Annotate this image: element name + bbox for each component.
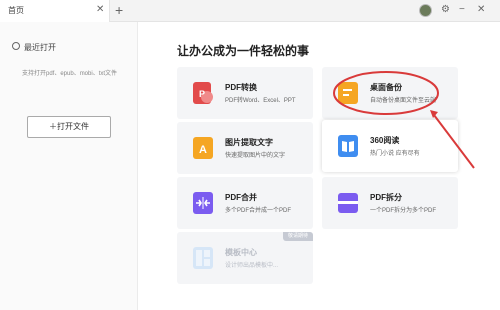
avatar[interactable] <box>419 4 432 17</box>
card-title: PDF转换 <box>225 83 257 92</box>
sidebar: 最近打开 支持打开pdf、epub、mobi、txt文件 ＋打开文件 <box>0 22 138 310</box>
minimize-icon[interactable]: − <box>459 3 465 17</box>
card-title: 模板中心 <box>225 248 257 257</box>
svg-text:A: A <box>199 144 207 156</box>
open-file-button[interactable]: ＋打开文件 <box>27 116 111 138</box>
card-template-center[interactable]: 模板中心 设计师出品模板中... 敬请期待 <box>177 232 313 284</box>
card-title: PDF拆分 <box>370 193 402 202</box>
template-icon <box>193 247 213 269</box>
svg-text:P: P <box>199 89 205 99</box>
card-title: 桌面备份 <box>370 83 402 92</box>
card-subtitle: 多个PDF合并成一个PDF <box>225 208 292 214</box>
card-title: PDF合并 <box>225 193 257 202</box>
plus-icon[interactable]: + <box>115 2 123 18</box>
split-icon <box>338 193 358 213</box>
support-text: 支持打开pdf、epub、mobi、txt文件 <box>22 71 118 77</box>
card-subtitle: 一个PDF拆分为多个PDF <box>370 208 437 214</box>
clock-icon <box>12 42 20 50</box>
title-bar: 首页 ✕ + ⚙ − ✕ <box>0 0 500 22</box>
card-title: 360阅读 <box>370 136 400 145</box>
card-image-text[interactable]: A 图片提取文字 快速提取图片中的文字 <box>177 122 313 174</box>
card-subtitle: 自动备份桌面文件至云端 <box>370 98 437 104</box>
book-icon <box>338 135 358 157</box>
page-title: 让办公成为一件轻松的事 <box>177 44 310 58</box>
pdf-convert-icon: P <box>193 82 213 104</box>
recent-title: 最近打开 <box>24 43 56 52</box>
card-subtitle: 热门小说 应有尽有 <box>370 151 420 157</box>
card-subtitle: PDF转Word、Excel、PPT <box>225 98 296 104</box>
desktop-backup-icon <box>338 82 358 104</box>
card-pdf-convert[interactable]: P PDF转换 PDF转Word、Excel、PPT <box>177 67 313 119</box>
card-desktop-backup[interactable]: 桌面备份 自动备份桌面文件至云端 <box>322 67 458 119</box>
image-text-icon: A <box>193 137 213 159</box>
coming-soon-badge: 敬请期待 <box>282 232 313 241</box>
window-close-icon[interactable]: ✕ <box>477 3 485 17</box>
tab-home[interactable]: 首页 ✕ <box>0 0 110 22</box>
card-pdf-split[interactable]: PDF拆分 一个PDF拆分为多个PDF <box>322 177 458 229</box>
card-360-read[interactable]: 360阅读 热门小说 应有尽有 <box>322 120 458 172</box>
card-pdf-merge[interactable]: PDF合并 多个PDF合并成一个PDF <box>177 177 313 229</box>
gear-icon[interactable]: ⚙ <box>441 3 450 17</box>
merge-icon <box>193 192 213 214</box>
tab-label: 首页 <box>8 6 24 15</box>
card-title: 图片提取文字 <box>225 138 273 147</box>
card-subtitle: 快速提取图片中的文字 <box>225 153 286 159</box>
card-subtitle: 设计师出品模板中... <box>225 263 279 269</box>
close-icon[interactable]: ✕ <box>96 4 104 16</box>
